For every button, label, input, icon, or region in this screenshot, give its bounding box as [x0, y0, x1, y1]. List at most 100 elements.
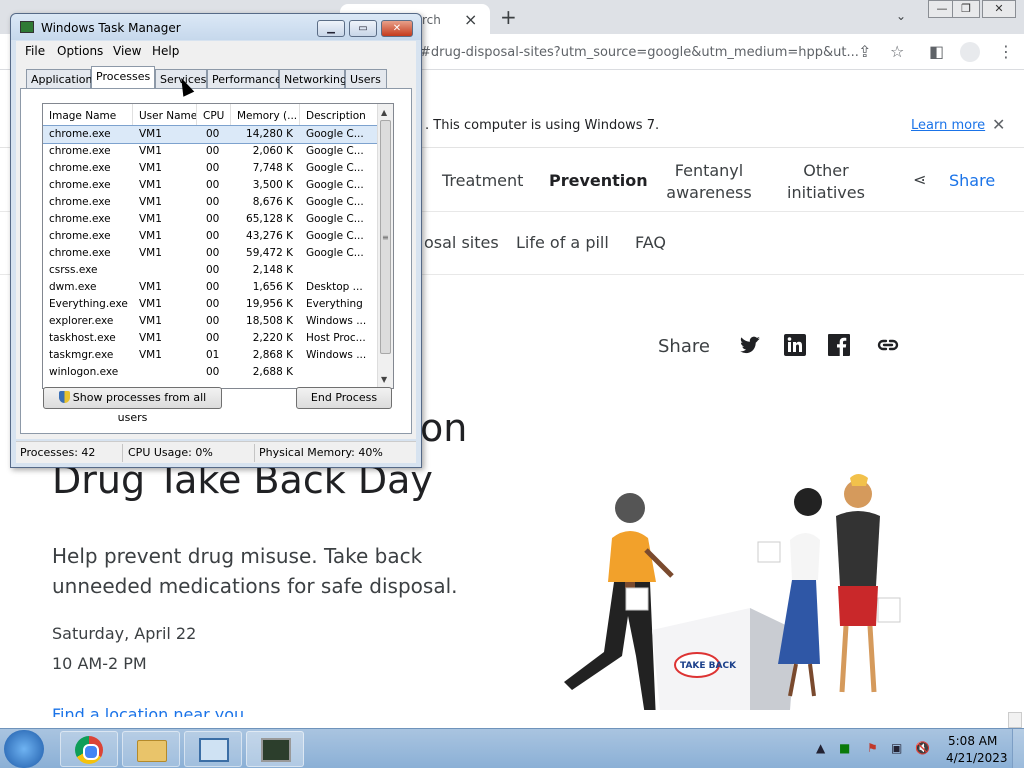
process-row[interactable]: chrome.exe VM1 00 2,060 K Google C...	[43, 143, 379, 160]
process-list-header: Image Name User Name CPU Memory (... Des…	[43, 104, 379, 126]
share-page-icon[interactable]: ⇪	[858, 42, 871, 61]
process-memory: 7,748 K	[252, 162, 293, 174]
menu-view[interactable]: View	[113, 44, 141, 58]
process-row[interactable]: chrome.exe VM1 00 59,472 K Google C...	[43, 245, 379, 262]
headline-fragment: on	[420, 406, 468, 450]
process-user: VM1	[139, 230, 162, 242]
menu-options[interactable]: Options	[57, 44, 103, 58]
nav-prevention[interactable]: Prevention	[549, 171, 648, 190]
col-memory[interactable]: Memory (...	[231, 104, 300, 126]
learn-more-link[interactable]: Learn more	[911, 118, 985, 133]
nav-fentanyl-awareness[interactable]: Fentanyl awareness	[664, 160, 754, 204]
process-name: csrss.exe	[49, 264, 98, 276]
task-manager-menubar: File Options View Help	[16, 41, 416, 61]
process-list[interactable]: Image Name User Name CPU Memory (... Des…	[42, 103, 394, 389]
window-close-button[interactable]: ✕	[982, 0, 1016, 18]
taskbar-chrome[interactable]	[60, 731, 118, 767]
menu-file[interactable]: File	[25, 44, 45, 58]
nav-treatment[interactable]: Treatment	[442, 171, 523, 190]
process-row[interactable]: dwm.exe VM1 00 1,656 K Desktop ...	[43, 279, 379, 296]
menu-help[interactable]: Help	[152, 44, 179, 58]
subnav-faq[interactable]: FAQ	[635, 233, 666, 252]
tab-processes[interactable]: Processes	[91, 66, 155, 89]
menu-kebab-icon[interactable]: ⋮	[998, 42, 1014, 61]
tab-search-icon[interactable]: ⌄	[896, 9, 906, 23]
process-row[interactable]: Everything.exe VM1 00 19,956 K Everything	[43, 296, 379, 313]
clock-date[interactable]: 4/21/2023	[946, 751, 1008, 765]
twitter-icon[interactable]	[738, 333, 762, 357]
tab-close-icon[interactable]: ×	[464, 10, 477, 29]
process-row[interactable]: chrome.exe VM1 00 7,748 K Google C...	[43, 160, 379, 177]
action-center-flag-icon[interactable]: ⚑	[867, 741, 878, 755]
show-all-processes-button[interactable]: Show processes from all users	[43, 387, 222, 424]
share-icon[interactable]: ⋖	[913, 170, 926, 189]
new-tab-icon[interactable]: +	[500, 5, 517, 29]
tray-app-icon[interactable]: ■	[839, 741, 850, 755]
network-icon[interactable]: ▣	[891, 741, 902, 755]
subnav-life-of-a-pill[interactable]: Life of a pill	[516, 233, 609, 252]
scrollbar-thumb[interactable]: ≡	[380, 120, 391, 354]
task-manager-title: Windows Task Manager	[41, 21, 181, 35]
tm-minimize-button[interactable]: ▁	[317, 20, 345, 37]
process-row[interactable]: chrome.exe VM1 00 8,676 K Google C...	[43, 194, 379, 211]
remote-desktop-icon	[199, 738, 229, 762]
desktop: rch × + ⌄ — ❐ ✕ #drug-disposal-sites?utm…	[0, 0, 1024, 768]
start-button[interactable]	[4, 730, 44, 768]
infobar-close-icon[interactable]: ✕	[992, 115, 1005, 134]
tray-expand-icon[interactable]: ▲	[816, 741, 825, 755]
tm-maximize-button[interactable]: ▭	[349, 20, 377, 37]
find-location-link[interactable]: Find a location near you	[52, 705, 244, 717]
process-row[interactable]: explorer.exe VM1 00 18,508 K Windows ...	[43, 313, 379, 330]
process-memory: 18,508 K	[246, 315, 293, 327]
clock-time[interactable]: 5:08 AM	[948, 734, 997, 748]
bookmark-star-icon[interactable]: ☆	[890, 42, 904, 61]
process-row[interactable]: chrome.exe VM1 00 3,500 K Google C...	[43, 177, 379, 194]
tab-networking[interactable]: Networking	[279, 69, 347, 88]
end-process-button[interactable]: End Process	[296, 387, 392, 409]
process-row[interactable]: csrss.exe 00 2,148 K	[43, 262, 379, 279]
col-user-name[interactable]: User Name	[133, 104, 197, 126]
process-description: Google C...	[306, 179, 364, 191]
tab-users[interactable]: Users	[345, 69, 387, 88]
window-restore-button[interactable]: ❐	[952, 0, 980, 18]
process-list-scrollbar[interactable]: ▲ ≡ ▼	[377, 104, 393, 388]
copy-link-icon[interactable]	[876, 333, 900, 357]
process-user: VM1	[139, 196, 162, 208]
linkedin-icon[interactable]	[783, 333, 807, 357]
col-cpu[interactable]: CPU	[197, 104, 231, 126]
subnav-disposal-sites[interactable]: osal sites	[424, 233, 499, 252]
taskbar-remote-desktop[interactable]	[184, 731, 242, 767]
show-all-label: Show processes from all users	[72, 391, 207, 424]
process-user: VM1	[139, 213, 162, 225]
side-panel-icon[interactable]: ◧	[929, 42, 944, 61]
share-link[interactable]: Share	[949, 171, 995, 190]
address-bar[interactable]: #drug-disposal-sites?utm_source=google&u…	[420, 45, 859, 60]
process-row[interactable]: chrome.exe VM1 00 43,276 K Google C...	[43, 228, 379, 245]
task-manager-window: Windows Task Manager ▁ ▭ ✕ File Options …	[10, 13, 422, 468]
volume-muted-icon[interactable]: 🔇	[915, 741, 930, 755]
process-row[interactable]: taskmgr.exe VM1 01 2,868 K Windows ...	[43, 347, 379, 364]
tm-close-button[interactable]: ✕	[381, 20, 413, 37]
process-row[interactable]: chrome.exe VM1 00 14,280 K Google C...	[43, 125, 380, 144]
process-user: VM1	[139, 179, 162, 191]
facebook-icon[interactable]	[827, 333, 851, 357]
process-row[interactable]: winlogon.exe 00 2,688 K	[43, 364, 379, 381]
scroll-down-arrow-icon[interactable]: ▼	[381, 375, 387, 384]
task-manager-titlebar[interactable]: Windows Task Manager ▁ ▭ ✕	[11, 14, 421, 40]
process-row[interactable]: taskhost.exe VM1 00 2,220 K Host Proc...	[43, 330, 379, 347]
taskbar-explorer[interactable]	[122, 731, 180, 767]
profile-avatar-icon[interactable]	[960, 42, 980, 62]
task-manager-icon	[261, 738, 291, 762]
process-row[interactable]: chrome.exe VM1 00 65,128 K Google C...	[43, 211, 379, 228]
taskbar-task-manager[interactable]	[246, 731, 304, 767]
page-scrollbar[interactable]	[1008, 712, 1022, 728]
process-rows: chrome.exe VM1 00 14,280 K Google C... chrome…	[43, 125, 380, 381]
tab-applications[interactable]: Applications	[26, 69, 98, 88]
show-desktop-button[interactable]	[1012, 729, 1024, 768]
scroll-up-arrow-icon[interactable]: ▲	[381, 108, 387, 117]
col-image-name[interactable]: Image Name	[43, 104, 133, 126]
process-memory: 2,060 K	[252, 145, 293, 157]
nav-other-initiatives[interactable]: Other initiatives	[783, 160, 869, 204]
col-description[interactable]: Description	[300, 104, 379, 126]
tab-performance[interactable]: Performance	[207, 69, 282, 88]
